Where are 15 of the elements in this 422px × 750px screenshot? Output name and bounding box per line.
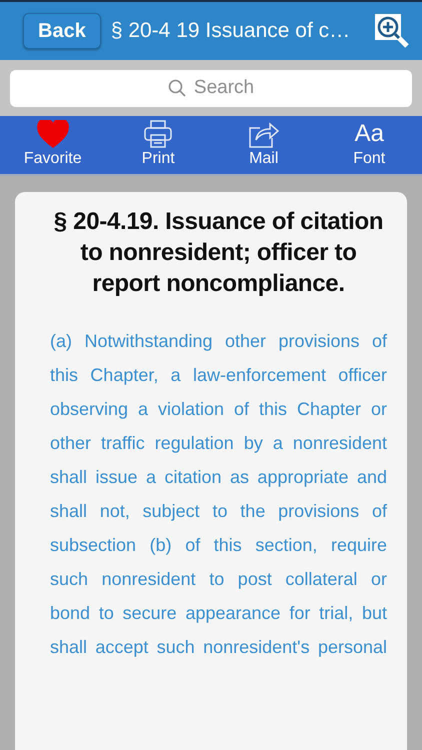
- search-icon: [168, 79, 186, 97]
- font-icon: Aa: [354, 120, 384, 148]
- share-icon: [248, 120, 280, 148]
- toolbar-button[interactable]: Aa Font: [316, 116, 422, 174]
- search-placeholder: Search: [194, 77, 254, 99]
- back-button[interactable]: Back: [23, 13, 101, 49]
- zoom-in-icon[interactable]: [374, 13, 410, 49]
- toolbar-button[interactable]: Mail: [211, 116, 316, 174]
- article-heading: § 20-4.19. Issuance of citation to nonresident; officer to report noncompliance.: [52, 207, 384, 300]
- article-body: (a) Notwithstanding other provisions of this Chapter, a law-enforcement officer observing a violation of this Chapter or other traffic regulation by a nonresident shall issue a citation as appropriate and shall not, subject to the provisions of subsection (b) of this section, require such nonresident to post collateral or bond to secure appearance for trial, but shall accept such nonresident's personal: [50, 330, 387, 659]
- printer-icon: [143, 120, 174, 148]
- toolbar-button[interactable]: Favorite: [0, 116, 106, 174]
- search-field[interactable]: Search: [10, 70, 412, 106]
- toolbar-button[interactable]: Print: [106, 116, 211, 174]
- page-title: § 20-4 19 Issuance of c…: [110, 19, 352, 43]
